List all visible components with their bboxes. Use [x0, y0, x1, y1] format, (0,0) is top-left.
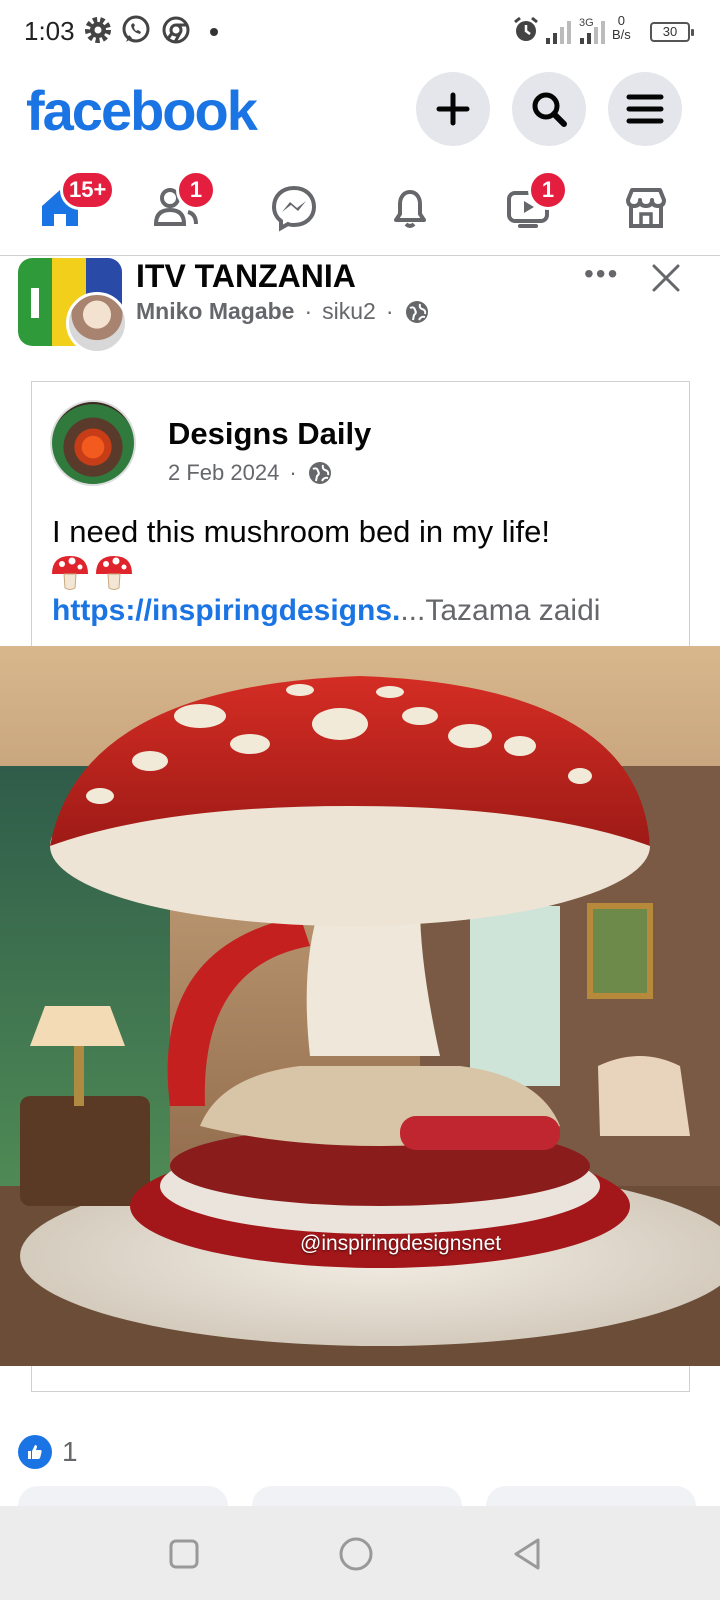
mushroom-icon — [52, 556, 88, 590]
more-options-button[interactable]: ••• — [584, 258, 619, 290]
back-icon[interactable] — [508, 1534, 548, 1574]
facebook-logo[interactable]: facebook — [26, 78, 258, 143]
net-speed-value: 0 — [617, 13, 626, 28]
net-speed: 0 B/s — [612, 14, 631, 42]
source-name[interactable]: Designs Daily — [168, 416, 371, 452]
menu-button[interactable] — [608, 72, 682, 146]
mushroom-icon — [96, 556, 132, 590]
create-button[interactable] — [416, 72, 490, 146]
search-icon — [532, 92, 567, 127]
post-emoji — [50, 552, 134, 592]
meta-separator: · — [385, 298, 394, 324]
net-speed-unit: B/s — [612, 27, 631, 42]
video-badge: 1 — [528, 170, 568, 210]
tab-video[interactable]: 1 — [500, 170, 568, 236]
tab-home[interactable]: 15+ — [32, 170, 116, 236]
reactions-bar[interactable]: 1 — [18, 1432, 78, 1472]
signal-icon — [546, 21, 571, 44]
gear-icon — [85, 17, 111, 43]
user-avatar[interactable] — [66, 292, 128, 354]
source-meta: 2 Feb 2024 · — [168, 460, 333, 486]
post-text: I need this mushroom bed in my life! — [52, 514, 550, 549]
globe-icon — [308, 462, 331, 484]
app-header: facebook — [0, 64, 720, 154]
bell-icon — [394, 190, 426, 228]
post-link[interactable]: https://inspiringdesigns. — [52, 594, 400, 627]
image-watermark: @inspiringdesignsnet — [300, 1232, 502, 1255]
meta-separator: · — [289, 460, 297, 485]
page-name[interactable]: ITV TANZANIA — [136, 258, 356, 295]
tab-marketplace[interactable] — [618, 180, 674, 236]
meta-separator: · — [304, 298, 313, 324]
globe-icon — [405, 300, 428, 323]
home-badge: 15+ — [60, 170, 116, 210]
marketplace-icon — [626, 188, 666, 228]
post-time[interactable]: siku2 — [322, 298, 376, 325]
status-time: 1:03 — [24, 16, 75, 46]
mushroom-bed-illustration — [0, 646, 720, 1366]
menu-icon — [626, 94, 664, 124]
post-image[interactable] — [0, 646, 720, 1366]
status-bar: 1:03 3G 0 B/s 30 — [0, 0, 720, 64]
home-circle-icon[interactable] — [336, 1534, 376, 1574]
like-icon — [18, 1435, 52, 1469]
close-icon[interactable] — [648, 260, 684, 296]
search-button[interactable] — [512, 72, 586, 146]
notification-dot — [210, 28, 218, 36]
add-icon — [436, 92, 470, 126]
battery-icon: 30 — [650, 22, 694, 42]
recent-apps-icon[interactable] — [164, 1534, 204, 1574]
source-avatar[interactable] — [50, 400, 136, 486]
friends-badge: 1 — [176, 170, 216, 210]
source-date[interactable]: 2 Feb 2024 — [168, 460, 279, 486]
like-count[interactable]: 1 — [62, 1436, 78, 1468]
network-3g-icon: 3G — [579, 17, 605, 44]
svg-text:3G: 3G — [579, 17, 594, 29]
post-link-line: https://inspiringdesigns....Tazama zaidi — [52, 594, 600, 628]
see-more-link[interactable]: ...Tazama zaidi — [400, 594, 600, 627]
post-author[interactable]: Mniko Magabe — [136, 298, 294, 325]
chrome-icon — [162, 16, 190, 44]
battery-level: 30 — [662, 24, 678, 39]
tab-friends[interactable]: 1 — [148, 170, 216, 236]
android-nav-bar — [0, 1506, 720, 1600]
tab-notifications[interactable] — [382, 180, 438, 236]
tab-messenger[interactable] — [266, 180, 322, 236]
nav-tabs: 15+ 1 1 — [0, 160, 720, 256]
alarm-icon — [514, 16, 538, 41]
whatsapp-icon — [122, 15, 150, 43]
post-meta: Mniko Magabe · siku2 · — [136, 298, 430, 325]
messenger-icon — [271, 185, 317, 232]
post-header: ITV TANZANIA Mniko Magabe · siku2 · ••• — [0, 256, 720, 356]
